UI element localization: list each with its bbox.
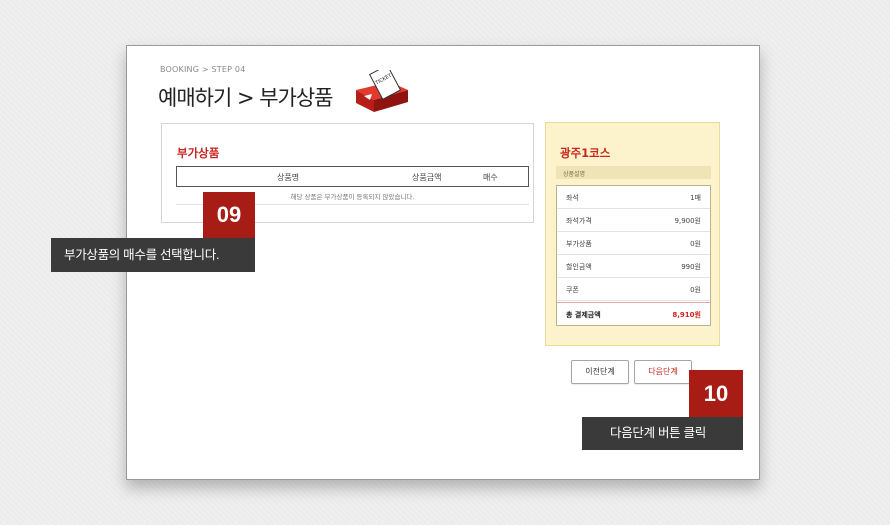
ticket-box-icon: TICKET [356,70,408,112]
summary-label: 쿠폰 [566,286,579,294]
addon-table-header: 상품명 상품금액 매수 [176,166,529,187]
order-summary: 광주1코스 상품설명 좌석 1매 좌석가격 9,900원 부가상품 0원 할인금… [545,122,720,346]
summary-label: 좌석 [566,194,579,202]
prev-step-button[interactable]: 이전단계 [571,360,629,384]
summary-table: 좌석 1매 좌석가격 9,900원 부가상품 0원 할인금액 990원 쿠폰 0… [556,185,711,326]
summary-row-seat: 좌석 1매 [557,186,710,209]
col-product-name: 상품명 [277,173,300,182]
summary-row-coupon: 쿠폰 0원 [557,278,710,301]
summary-row-addon: 부가상품 0원 [557,232,710,255]
product-desc-label: 상품설명 [556,166,711,179]
summary-value: 990원 [681,263,701,271]
summary-row-seat-price: 좌석가격 9,900원 [557,209,710,232]
page-title: 예매하기 > 부가상품 [158,86,334,110]
breadcrumb: BOOKING > STEP 04 [160,65,246,74]
total-label: 총 결제금액 [566,311,601,319]
summary-row-total: 총 결제금액 8,910원 [557,302,710,325]
addon-title: 부가상품 [177,146,220,160]
summary-value: 0원 [690,240,701,248]
summary-value: 9,900원 [674,217,701,225]
summary-value: 1매 [690,194,701,202]
summary-value: 0원 [690,286,701,294]
step-10-callout: 다음단계 버튼 클릭 [582,417,743,450]
summary-row-discount: 할인금액 990원 [557,255,710,278]
step-09-callout: 부가상품의 매수를 선택합니다. [51,238,255,272]
col-quantity: 매수 [483,173,498,182]
next-step-button[interactable]: 다음단계 [634,360,692,384]
step-09-badge: 09 [203,192,255,238]
summary-label: 부가상품 [566,240,592,248]
step-10-badge: 10 [689,370,743,417]
col-product-price: 상품금액 [412,173,442,182]
summary-label: 할인금액 [566,263,592,271]
total-value: 8,910원 [672,311,701,319]
course-name: 광주1코스 [560,146,611,160]
summary-label: 좌석가격 [566,217,592,225]
